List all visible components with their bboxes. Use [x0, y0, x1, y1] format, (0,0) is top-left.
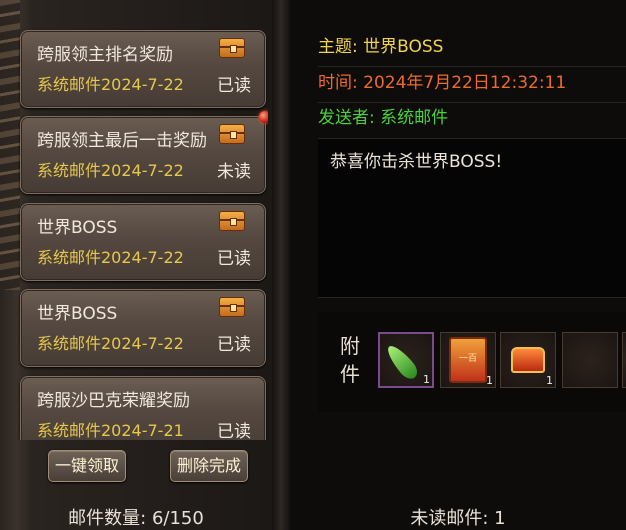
attachment-label: 附 件: [338, 332, 362, 388]
delete-done-button[interactable]: 删除完成: [170, 450, 248, 482]
mail-subject: 跨服沙巴克荣耀奖励: [37, 391, 190, 411]
item-count: 1: [546, 374, 553, 387]
mail-time-line: 时间: 2024年7月22日12:32:11: [318, 73, 567, 93]
mail-status: 已读: [217, 76, 251, 96]
attachment-label-char: 附: [340, 334, 360, 358]
mail-list-panel: 跨服领主排名奖励 系统邮件2024-7-22 已读 跨服领主最后一击奖励 系统邮…: [0, 0, 272, 530]
unread-count: 未读邮件: 1: [410, 508, 506, 529]
mail-item[interactable]: 跨服领主排名奖励 系统邮件2024-7-22 已读: [20, 30, 266, 108]
scroll-icon: [449, 337, 487, 383]
mail-body-text: 恭喜你击杀世界BOSS!: [330, 152, 503, 172]
item-count: 1: [423, 373, 430, 386]
attachment-area: 附 件 1 1 1: [318, 312, 626, 412]
attachment-label-char: 件: [340, 362, 360, 386]
mail-detail-panel: 主题: 世界BOSS 时间: 2024年7月22日12:32:11 发送者: 系…: [290, 0, 626, 530]
chest-icon: [219, 211, 245, 231]
chest-icon: [219, 38, 245, 58]
chest-icon: [219, 297, 245, 317]
mail-subject-line: 主题: 世界BOSS: [318, 37, 444, 57]
mail-status: 已读: [217, 335, 251, 355]
feather-icon: [383, 341, 421, 383]
mail-subject: 世界BOSS: [37, 218, 118, 238]
mail-body: 恭喜你击杀世界BOSS!: [318, 138, 626, 298]
mail-sender-date: 系统邮件2024-7-22: [37, 75, 184, 94]
divider-line: [318, 102, 626, 103]
attachment-slot-empty[interactable]: [622, 332, 626, 388]
attachment-slot[interactable]: 1: [440, 332, 496, 388]
chest-icon: [219, 124, 245, 144]
divider-line: [318, 66, 626, 67]
mail-subject: 世界BOSS: [37, 304, 118, 324]
mail-status: 已读: [217, 422, 251, 440]
mail-status: 已读: [217, 249, 251, 269]
mail-sender-line: 发送者: 系统邮件: [318, 108, 449, 128]
mail-subject: 跨服领主最后一击奖励: [37, 131, 207, 151]
mail-item[interactable]: 世界BOSS 系统邮件2024-7-22 已读: [20, 203, 266, 281]
attachment-slot[interactable]: 1: [378, 332, 434, 388]
panel-divider: [272, 0, 290, 530]
mail-subject: 跨服领主排名奖励: [37, 45, 173, 65]
mail-count: 邮件数量: 6/150: [68, 508, 204, 529]
mail-sender-date: 系统邮件2024-7-21: [37, 421, 184, 440]
attachment-slot-empty[interactable]: [562, 332, 618, 388]
item-count: 1: [486, 374, 493, 387]
mail-list[interactable]: 跨服领主排名奖励 系统邮件2024-7-22 已读 跨服领主最后一击奖励 系统邮…: [16, 18, 268, 440]
treasure-chest-icon: [511, 347, 545, 373]
mail-item[interactable]: 跨服领主最后一击奖励 系统邮件2024-7-22 未读: [20, 111, 268, 194]
mail-sender-date: 系统邮件2024-7-22: [37, 248, 184, 267]
claim-all-button[interactable]: 一键领取: [48, 450, 126, 482]
mail-item[interactable]: 跨服沙巴克荣耀奖励 系统邮件2024-7-21 已读: [20, 376, 266, 440]
mail-sender-date: 系统邮件2024-7-22: [37, 161, 184, 180]
mail-sender-date: 系统邮件2024-7-22: [37, 334, 184, 353]
mail-item[interactable]: 世界BOSS 系统邮件2024-7-22 已读: [20, 289, 266, 367]
attachment-slot[interactable]: 1: [500, 332, 556, 388]
mail-status: 未读: [217, 162, 251, 182]
unread-dot-icon: [259, 111, 268, 123]
